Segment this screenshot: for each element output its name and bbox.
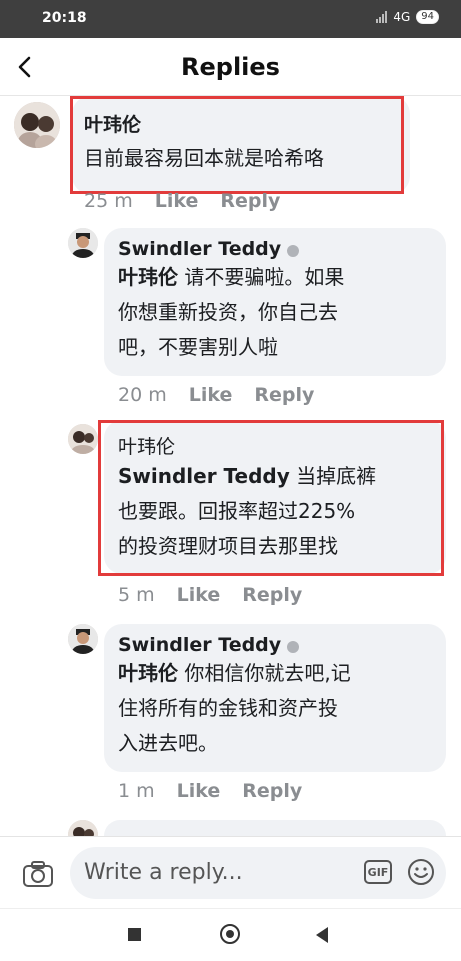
red-highlight-box [98, 420, 444, 576]
reply-button[interactable]: Reply [254, 384, 314, 406]
comment-header: Swindler Teddy [118, 238, 432, 260]
comment-meta: 1 m Like Reply [118, 780, 324, 802]
network-type: 4G [393, 10, 411, 24]
comment-bubble[interactable] [104, 820, 446, 836]
comment-text-line: 你相信你就去吧,记 [178, 661, 351, 685]
comment-time: 5 m [118, 584, 155, 606]
replies-sheet: Replies 叶玮伦 目前最容易回本就是哈希咯 25 m Like Reply S… [0, 38, 461, 960]
profile-photo-icon [14, 102, 60, 148]
reply-composer: Write a reply... GIF [0, 836, 461, 908]
reply-button[interactable]: Reply [242, 584, 302, 606]
profile-photo-icon [68, 424, 98, 454]
comment-bubble[interactable]: Swindler Teddy 叶玮伦 请不要骗啦。如果 你想重新投资，你自己去 … [104, 228, 446, 376]
comment-text: 叶玮伦 你相信你就去吧,记 住将所有的金钱和资产投 入进去吧。 [118, 656, 432, 761]
profile-photo-icon [68, 820, 98, 836]
recents-icon[interactable] [128, 928, 141, 941]
comment-author[interactable]: Swindler Teddy [118, 634, 281, 656]
comment-bubble[interactable]: Swindler Teddy 叶玮伦 你相信你就去吧,记 住将所有的金钱和资产投… [104, 624, 446, 772]
comment-text-line: 入进去吧。 [118, 731, 218, 755]
status-icons: 4G 94 [376, 10, 439, 24]
profile-photo-icon [68, 228, 98, 258]
comment-text-line: 请不要骗啦。如果 [178, 265, 345, 289]
verified-badge-icon [287, 640, 300, 653]
header: Replies [0, 38, 461, 98]
comment-meta: 5 m Like Reply [118, 584, 324, 606]
comment-header: Swindler Teddy [118, 634, 432, 656]
like-button[interactable]: Like [177, 780, 221, 802]
camera-icon[interactable] [22, 860, 54, 888]
battery-icon: 94 [416, 10, 439, 24]
mention-link[interactable]: 叶玮伦 [118, 661, 178, 685]
comment-time: 1 m [118, 780, 155, 802]
avatar[interactable] [68, 228, 98, 258]
comment-author[interactable]: Swindler Teddy [118, 238, 281, 260]
verified-badge-icon [287, 244, 300, 257]
mention-link[interactable]: 叶玮伦 [118, 265, 178, 289]
comment-meta: 20 m Like Reply [118, 384, 336, 406]
like-button[interactable]: Like [189, 384, 233, 406]
comment-time: 20 m [118, 384, 167, 406]
comment-time: 25 m [84, 190, 133, 212]
like-button[interactable]: Like [177, 584, 221, 606]
like-button[interactable]: Like [155, 190, 199, 212]
reply-button[interactable]: Reply [242, 780, 302, 802]
status-time: 20:18 [42, 10, 87, 26]
red-highlight-box [70, 96, 404, 194]
avatar[interactable] [68, 624, 98, 654]
gif-button[interactable]: GIF [364, 860, 392, 884]
composer-divider [0, 836, 461, 837]
comment-text-line: 你想重新投资，你自己去 [118, 300, 338, 324]
status-bar: 20:18 4G 94 [0, 0, 461, 38]
system-nav-bar [0, 908, 461, 961]
reply-button[interactable]: Reply [220, 190, 280, 212]
page-title: Replies [181, 53, 280, 81]
home-icon[interactable] [220, 924, 240, 944]
avatar[interactable] [68, 820, 98, 836]
comment-text-line: 住将所有的金钱和资产投 [118, 696, 338, 720]
emoji-icon[interactable] [407, 858, 435, 886]
profile-photo-icon [68, 624, 98, 654]
avatar[interactable] [14, 102, 60, 148]
comment-meta: 25 m Like Reply [84, 190, 302, 212]
avatar[interactable] [68, 424, 98, 454]
comment-text: 叶玮伦 请不要骗啦。如果 你想重新投资，你自己去 吧，不要害别人啦 [118, 260, 432, 365]
comment-text-line: 吧，不要害别人啦 [118, 335, 278, 359]
signal-icon [376, 11, 388, 23]
back-triangle-icon[interactable] [316, 927, 328, 943]
